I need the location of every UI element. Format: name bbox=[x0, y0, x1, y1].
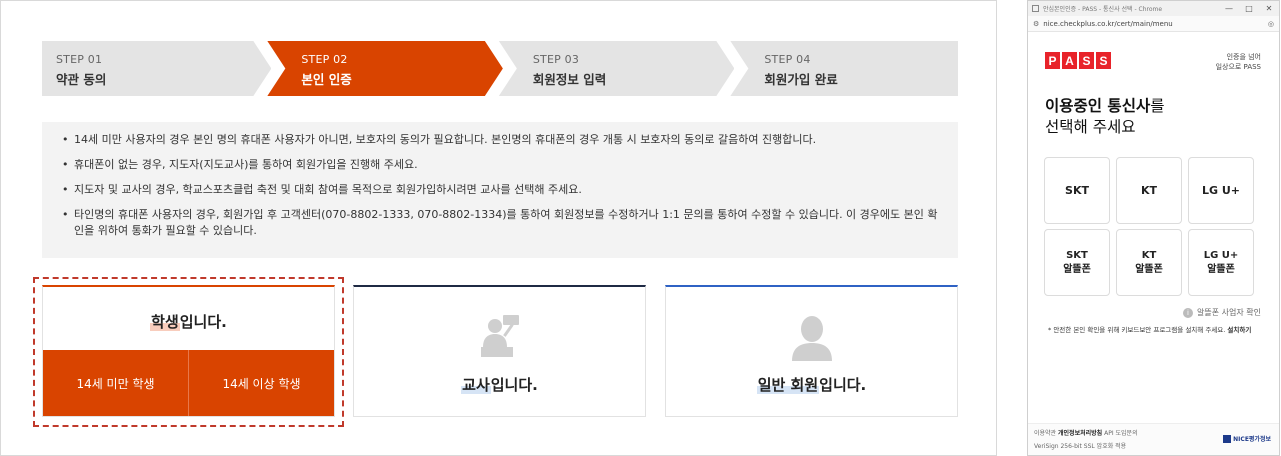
notice-item: 14세 미만 사용자의 경우 본인 명의 휴대폰 사용자가 아니면, 보호자의 … bbox=[62, 132, 942, 148]
step-number: STEP 04 bbox=[764, 53, 811, 66]
window-title: 안심본인인증 - PASS - 통신사 선택 - Chrome bbox=[1043, 6, 1163, 13]
security-note: * 안전한 본인 확인을 위해 키보드보안 프로그램을 설치해 주세요. 설치하… bbox=[1048, 324, 1276, 334]
terms-link[interactable]: 이용약관 bbox=[1034, 430, 1056, 437]
teacher-highlight: 교사 bbox=[461, 376, 491, 394]
signup-panel: STEP 01 약관 동의 STEP 02 본인 인증 STEP 03 회원정보… bbox=[0, 0, 997, 456]
carrier-lgu-mvno-button[interactable]: LG U+ 알뜰폰 bbox=[1188, 229, 1254, 296]
popup-footer: 이용약관 개인정보처리방침 API 도입문의 VeriSign 256-bit … bbox=[1028, 423, 1279, 455]
carrier-skt-button[interactable]: SKT bbox=[1044, 157, 1110, 224]
student-highlight: 학생 bbox=[150, 313, 180, 331]
logo-letter: P bbox=[1045, 52, 1060, 69]
nice-brand-text: NICE평가정보 bbox=[1233, 436, 1271, 443]
carrier-label: LG U+ bbox=[1203, 249, 1239, 261]
carrier-label: KT bbox=[1140, 183, 1158, 197]
info-icon: i bbox=[1183, 307, 1194, 318]
carrier-skt-mvno-button[interactable]: SKT 알뜰폰 bbox=[1044, 229, 1110, 296]
notice-item: 지도자 및 교사의 경우, 학교스포츠클럽 축전 및 대회 참여를 목적으로 회… bbox=[62, 182, 942, 198]
logo-letter: A bbox=[1062, 52, 1077, 69]
favicon-icon bbox=[1032, 5, 1039, 12]
site-info-icon[interactable]: ⚙ bbox=[1033, 20, 1039, 28]
install-link[interactable]: 설치하기 bbox=[1227, 326, 1251, 334]
mvno-info-text: 알뜰폰 사업자 확인 bbox=[1197, 308, 1261, 317]
student-card-title: 학생입니다. bbox=[43, 311, 334, 332]
step-number: STEP 02 bbox=[301, 53, 348, 66]
general-member-card[interactable]: 일반 회원입니다. bbox=[665, 285, 958, 417]
carrier-kt-button[interactable]: KT bbox=[1116, 157, 1182, 224]
carrier-kt-mvno-button[interactable]: KT 알뜰폰 bbox=[1116, 229, 1182, 296]
security-note-text: * 안전한 본인 확인을 위해 키보드보안 프로그램을 설치해 주세요. bbox=[1048, 326, 1226, 334]
minimize-icon[interactable]: — bbox=[1219, 4, 1239, 13]
notice-item: 타인명의 휴대폰 사용자의 경우, 회원가입 후 고객센터(070-8802-1… bbox=[62, 207, 942, 239]
headline-line2: 선택해 주세요 bbox=[1045, 118, 1136, 136]
pass-logo: P A S S bbox=[1045, 52, 1113, 69]
title-suffix: 입니다. bbox=[490, 376, 538, 394]
step-label: 회원가입 완료 bbox=[764, 72, 838, 87]
carrier-label: SKT bbox=[1066, 249, 1088, 261]
carrier-lgu-button[interactable]: LG U+ bbox=[1188, 157, 1254, 224]
nice-logo-icon bbox=[1223, 434, 1232, 443]
carrier-sublabel: 알뜰폰 bbox=[1063, 263, 1091, 275]
nice-logo: NICE평가정보 bbox=[1223, 434, 1271, 443]
notice-item: 휴대폰이 없는 경우, 지도자(지도교사)를 통하여 회원가입을 진행해 주세요… bbox=[62, 157, 942, 173]
over-14-student-button[interactable]: 14세 이상 학생 bbox=[189, 350, 334, 416]
eye-off-icon[interactable]: ◎ bbox=[1268, 20, 1274, 28]
teacher-icon bbox=[480, 315, 519, 357]
student-age-options: 14세 미만 학생 14세 이상 학생 bbox=[43, 350, 334, 416]
step-2-current: STEP 02 본인 인증 bbox=[267, 41, 503, 96]
address-bar[interactable]: ⚙ nice.checkplus.co.kr/cert/main/menu ◎ bbox=[1028, 16, 1279, 32]
carrier-label: KT bbox=[1141, 249, 1157, 261]
carrier-sublabel: 알뜰폰 bbox=[1207, 263, 1235, 275]
teacher-card-title: 교사입니다. bbox=[354, 374, 645, 395]
tagline-line: 일상으로 PASS bbox=[1215, 63, 1261, 71]
carrier-label: SKT bbox=[1065, 183, 1089, 197]
pass-tagline: 인증을 넘어 일상으로 PASS bbox=[1216, 52, 1261, 72]
student-card: 학생입니다. 14세 미만 학생 14세 이상 학생 bbox=[42, 285, 335, 417]
carrier-sublabel: 알뜰폰 bbox=[1135, 263, 1163, 275]
close-icon[interactable]: ✕ bbox=[1259, 4, 1279, 13]
privacy-link[interactable]: 개인정보처리방침 bbox=[1058, 430, 1102, 437]
maximize-icon[interactable]: □ bbox=[1239, 4, 1259, 13]
headline-bold: 이용중인 통신사 bbox=[1045, 97, 1151, 115]
api-inquiry-link[interactable]: API 도입문의 bbox=[1104, 430, 1137, 437]
step-progress: STEP 01 약관 동의 STEP 02 본인 인증 STEP 03 회원정보… bbox=[42, 41, 958, 96]
person-icon bbox=[791, 316, 832, 361]
logo-letter: S bbox=[1096, 52, 1111, 69]
headline-rest: 를 bbox=[1150, 97, 1165, 115]
tagline-line: 인증을 넘어 bbox=[1226, 53, 1261, 61]
step-number: STEP 03 bbox=[532, 53, 580, 66]
pass-popup-window: 안심본인인증 - PASS - 통신사 선택 - Chrome — □ ✕ ⚙ … bbox=[1027, 0, 1280, 456]
title-suffix: 입니다. bbox=[819, 376, 867, 394]
notice-box: 14세 미만 사용자의 경우 본인 명의 휴대폰 사용자가 아니면, 보호자의 … bbox=[42, 122, 958, 258]
logo-letter: S bbox=[1079, 52, 1094, 69]
carrier-headline: 이용중인 통신사를 선택해 주세요 bbox=[1045, 96, 1164, 138]
title-suffix: 입니다. bbox=[179, 313, 227, 331]
step-4: STEP 04 회원가입 완료 bbox=[730, 41, 958, 96]
step-label: 본인 인증 bbox=[301, 72, 352, 87]
teacher-card[interactable]: 교사입니다. bbox=[353, 285, 646, 417]
url-text: nice.checkplus.co.kr/cert/main/menu bbox=[1043, 19, 1173, 28]
step-number: STEP 01 bbox=[56, 53, 103, 66]
carrier-grid: SKT KT LG U+ SKT 알뜰폰 KT 알뜰폰 LG U+ 알뜰폰 bbox=[1044, 157, 1266, 296]
step-3: STEP 03 회원정보 입력 bbox=[499, 41, 735, 96]
step-label: 회원정보 입력 bbox=[532, 72, 607, 87]
step-label: 약관 동의 bbox=[56, 72, 107, 87]
step-1: STEP 01 약관 동의 bbox=[42, 41, 271, 96]
general-highlight: 일반 회원 bbox=[756, 376, 820, 394]
under-14-student-button[interactable]: 14세 미만 학생 bbox=[43, 350, 189, 416]
mvno-check-link[interactable]: i 알뜰폰 사업자 확인 bbox=[1183, 307, 1261, 318]
window-titlebar: 안심본인인증 - PASS - 통신사 선택 - Chrome — □ ✕ bbox=[1028, 1, 1279, 16]
carrier-label: LG U+ bbox=[1201, 183, 1241, 197]
general-card-title: 일반 회원입니다. bbox=[666, 374, 957, 395]
